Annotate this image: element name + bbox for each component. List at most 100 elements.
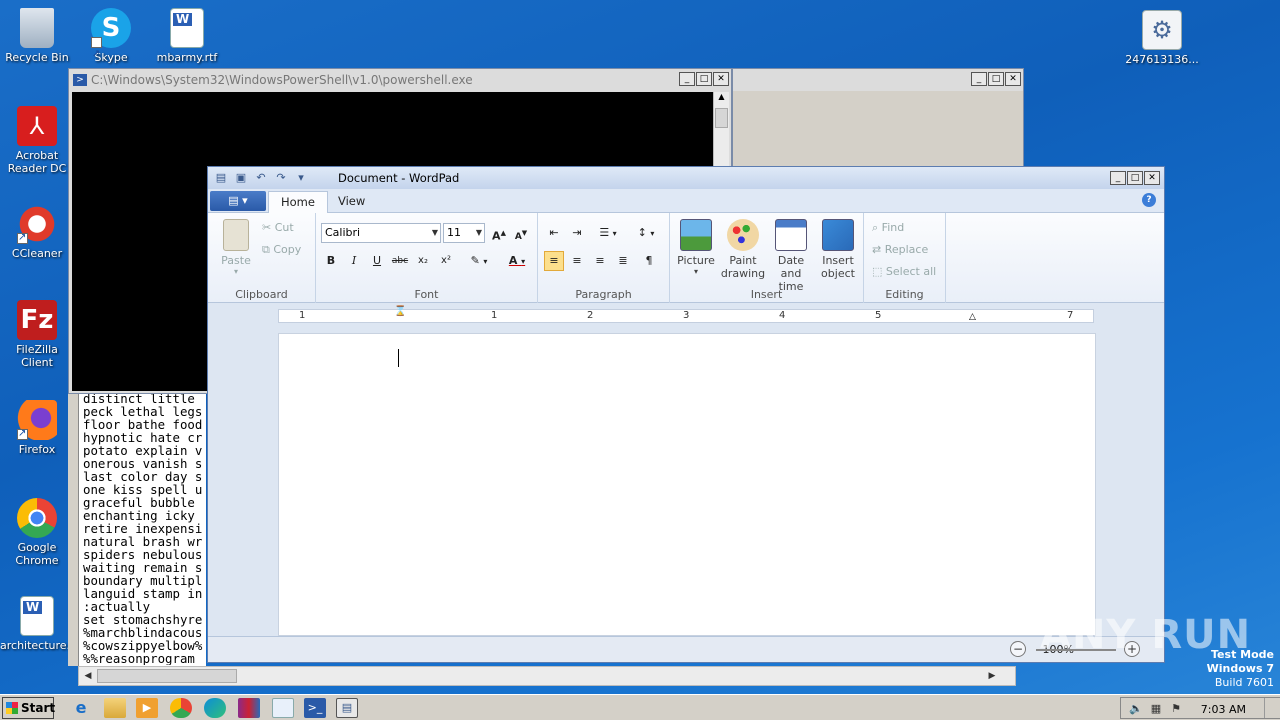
maximize-button[interactable]: □ — [1127, 171, 1143, 185]
chevron-down-icon: ▼ — [431, 228, 438, 237]
desktop-icon-label: Recycle Bin — [5, 51, 69, 64]
desktop-icon-architecture[interactable]: W architecture... — [0, 596, 77, 652]
desktop-icon-recycle-bin[interactable]: Recycle Bin — [0, 8, 74, 64]
quick-access-dropdown-icon[interactable]: ▾ — [294, 171, 308, 185]
desktop-icon-247613136[interactable]: ⚙ 247613136... — [1124, 10, 1200, 66]
font-size-select[interactable]: 11 ▼ — [443, 223, 485, 243]
cut-button[interactable]: ✂ Cut — [262, 221, 294, 234]
notepad-icon[interactable] — [272, 698, 294, 718]
desktop-icon-label: FileZilla Client — [16, 343, 58, 369]
cut-label: Cut — [274, 221, 294, 234]
help-icon[interactable]: ? — [1142, 193, 1156, 207]
subscript-button[interactable]: x₂ — [413, 251, 433, 271]
text-caret — [398, 349, 399, 367]
ruler[interactable]: 1 1 2 3 4 5 7 ⌛ △ — [208, 303, 1164, 331]
scissors-icon: ✂ — [262, 221, 275, 234]
close-button[interactable]: ✕ — [1144, 171, 1160, 185]
insert-picture-button[interactable]: Picture ▾ — [674, 219, 718, 276]
desktop-icon-acrobat[interactable]: ⅄ Acrobat Reader DC — [0, 106, 74, 175]
date-time-button[interactable]: Date and time — [768, 219, 814, 293]
insert-object-label: Insert object — [821, 254, 855, 280]
chrome-icon[interactable] — [170, 698, 192, 718]
undo-icon[interactable]: ↶ — [254, 171, 268, 185]
redo-icon[interactable]: ↷ — [274, 171, 288, 185]
powershell-icon[interactable]: >_ — [304, 698, 326, 718]
left-indent-marker[interactable]: ⌛ — [394, 306, 406, 317]
bullets-button[interactable]: ☰ ▾ — [592, 223, 624, 243]
paste-button[interactable]: Paste ▾ — [218, 219, 254, 276]
tab-view[interactable]: View — [326, 191, 377, 213]
replace-button[interactable]: ⇄ Replace — [872, 243, 928, 256]
minimize-button[interactable]: _ — [1110, 171, 1126, 185]
ie-icon[interactable]: e — [70, 698, 92, 718]
zoom-out-button[interactable]: − — [1010, 641, 1026, 657]
font-family-select[interactable]: Calibri ▼ — [321, 223, 441, 243]
align-center-button[interactable]: ≡ — [567, 251, 587, 271]
justify-button[interactable]: ≣ — [613, 251, 633, 271]
acrobat-icon: ⅄ — [17, 106, 57, 146]
underline-button[interactable]: U — [367, 251, 387, 271]
winrar-icon[interactable] — [238, 698, 260, 718]
calendar-clock-icon — [775, 219, 807, 251]
console-text: distinct little peck lethal legs floor b… — [83, 392, 203, 665]
text-color-button[interactable]: A ▾ — [500, 251, 534, 271]
application-menu-button[interactable]: ▤ ▾ — [210, 191, 266, 211]
desktop-icon-chrome[interactable]: Google Chrome — [0, 498, 74, 567]
align-left-button[interactable]: ≡ — [544, 251, 564, 271]
bold-button[interactable]: B — [321, 251, 341, 271]
clock[interactable]: 7:03 AM — [1201, 703, 1246, 716]
paragraph-group: ⇤ ⇥ ☰ ▾ ↕ ▾ ≡ ≡ ≡ ≣ ¶ Paragraph — [538, 213, 670, 303]
tab-home[interactable]: Home — [268, 191, 328, 213]
grow-font-button[interactable]: A▲ — [489, 223, 509, 243]
action-center-flag-icon[interactable]: ⚑ — [1169, 702, 1183, 716]
minimize-button[interactable]: _ — [679, 72, 695, 86]
maximize-button[interactable]: □ — [988, 72, 1004, 86]
line-spacing-button[interactable]: ↕ ▾ — [630, 223, 662, 243]
italic-button[interactable]: I — [344, 251, 364, 271]
desktop-icon-skype[interactable]: S Skype — [74, 8, 148, 75]
highlight-color-button[interactable]: ✎ ▾ — [462, 251, 496, 271]
wordpad-icon[interactable]: ▤ — [336, 698, 358, 718]
scroll-up-icon[interactable]: ▲ — [714, 92, 729, 106]
font-family-value: Calibri — [325, 226, 361, 239]
right-indent-marker[interactable]: △ — [969, 312, 976, 322]
scroll-right-icon[interactable]: ▶ — [985, 669, 999, 683]
select-all-button[interactable]: ⬚ Select all — [872, 265, 936, 278]
desktop-icon-mbarmy[interactable]: W mbarmy.rtf — [150, 8, 224, 64]
close-button[interactable]: ✕ — [1005, 72, 1021, 86]
copy-button[interactable]: ⧉ Copy — [262, 243, 301, 257]
strikethrough-button[interactable]: abc — [390, 251, 410, 271]
editing-group: ⌕ Find ⇄ Replace ⬚ Select all Editing — [864, 213, 946, 303]
scroll-left-icon[interactable]: ◀ — [81, 669, 95, 683]
show-desktop-button[interactable] — [1264, 698, 1276, 718]
superscript-button[interactable]: x² — [436, 251, 456, 271]
maximize-button[interactable]: □ — [696, 72, 712, 86]
decrease-indent-button[interactable]: ⇤ — [544, 223, 564, 243]
save-icon[interactable]: ▣ — [234, 171, 248, 185]
picture-label: Picture — [677, 254, 715, 267]
find-button[interactable]: ⌕ Find — [872, 221, 904, 235]
network-icon[interactable]: ▦ — [1149, 702, 1163, 716]
desktop-icon-firefox[interactable]: Firefox — [0, 400, 74, 456]
media-player-icon[interactable]: ▶ — [136, 698, 158, 718]
close-button[interactable]: ✕ — [713, 72, 729, 86]
explorer-icon[interactable] — [104, 698, 126, 718]
edge-icon[interactable] — [204, 698, 226, 718]
paragraph-settings-button[interactable]: ¶ — [639, 251, 659, 271]
shrink-font-button[interactable]: A▼ — [511, 223, 531, 243]
desktop-icon-filezilla[interactable]: Fz FileZilla Client — [0, 300, 74, 369]
scroll-thumb[interactable] — [715, 108, 728, 128]
volume-icon[interactable]: 🔈 — [1129, 702, 1143, 716]
scroll-thumb[interactable] — [97, 669, 237, 683]
increase-indent-button[interactable]: ⇥ — [567, 223, 587, 243]
insert-object-button[interactable]: Insert object — [816, 219, 860, 280]
document-page[interactable] — [278, 333, 1096, 636]
horizontal-scrollbar[interactable]: ◀ ▶ — [78, 666, 1016, 686]
copy-label: Copy — [273, 243, 302, 256]
object-icon — [822, 219, 854, 251]
start-button[interactable]: Start — [2, 697, 55, 719]
desktop-icon-ccleaner[interactable]: CCleaner — [0, 204, 74, 260]
paint-drawing-button[interactable]: Paint drawing — [720, 219, 766, 280]
minimize-button[interactable]: _ — [971, 72, 987, 86]
align-right-button[interactable]: ≡ — [590, 251, 610, 271]
